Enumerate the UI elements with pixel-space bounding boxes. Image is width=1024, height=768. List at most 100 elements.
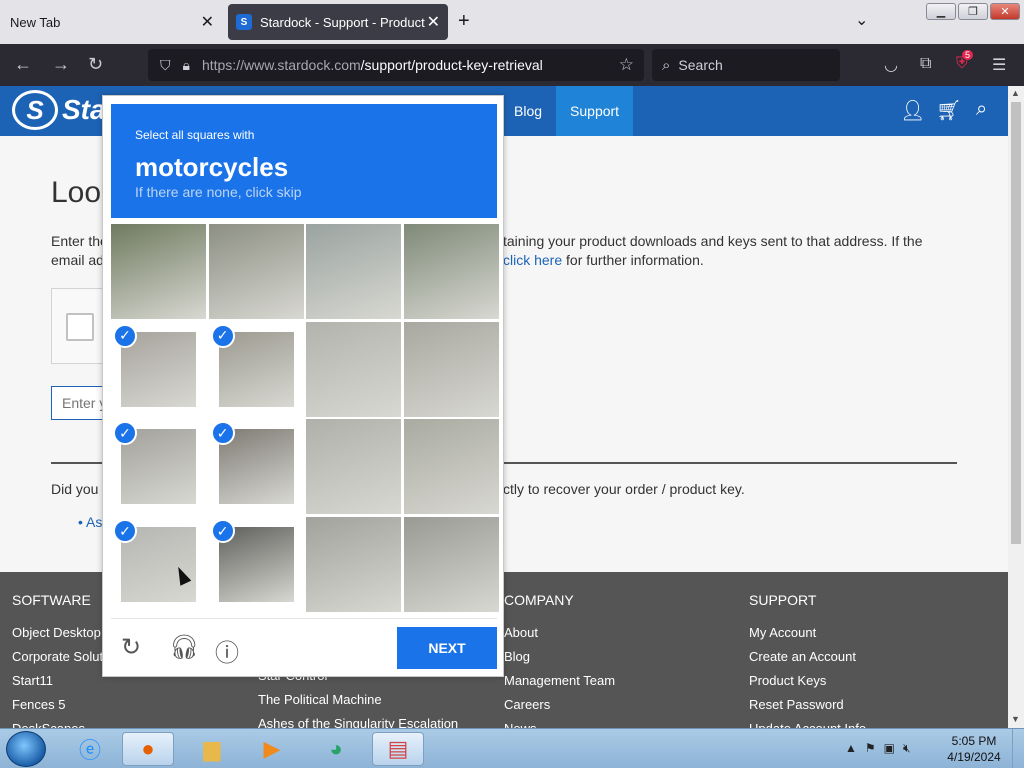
footer-link[interactable]: Start11 (12, 673, 113, 697)
cart-icon[interactable]: 🛒︎ (936, 98, 961, 123)
user-icon[interactable]: 👤︎ (900, 98, 925, 123)
click-here-link[interactable]: click here (503, 252, 562, 268)
flag-icon[interactable]: ⚑ (865, 741, 876, 756)
footer-link[interactable]: Product Keys (749, 673, 866, 697)
new-tab-plus-icon[interactable]: + (458, 10, 470, 33)
captcha-tile[interactable] (306, 224, 402, 319)
volume-muted-icon[interactable]: 🔇︎ (903, 741, 911, 756)
captcha-tile[interactable]: ✓ (111, 419, 206, 514)
menu-icon[interactable]: ☰ (992, 55, 1006, 75)
captcha-tile-image (306, 224, 402, 319)
site-nav: Blog Support (500, 86, 634, 136)
captcha-tile[interactable] (306, 419, 402, 515)
search-input[interactable]: ⌕ Search (652, 49, 840, 81)
captcha-tile[interactable]: ✓ (209, 419, 304, 514)
page-scrollbar[interactable]: ▲ ▼ (1008, 86, 1024, 728)
start-button[interactable] (6, 731, 46, 767)
footer-link[interactable]: Blog (504, 649, 615, 673)
ie-icon[interactable]: ⓔ (64, 732, 116, 766)
url-text[interactable]: https://www.stardock.com/support/product… (202, 57, 543, 73)
back-arrow-icon[interactable]: ← (14, 54, 32, 75)
stardock-logo[interactable]: S Star (12, 90, 116, 130)
headphones-icon[interactable]: 🎧︎ (169, 633, 199, 662)
footer-link[interactable]: My Account (749, 625, 866, 649)
footer-link[interactable]: Reset Password (749, 697, 866, 721)
next-button[interactable]: NEXT (397, 627, 497, 669)
footer-link[interactable]: The Political Machine (258, 692, 458, 716)
stardock-logo-icon: S (12, 90, 58, 130)
page-title: Loo (51, 176, 102, 209)
show-desktop-button[interactable] (1012, 729, 1024, 768)
reload-icon[interactable]: ↻ (88, 54, 103, 75)
footer-link[interactable]: Fences 5 (12, 697, 113, 721)
footer-heading: COMPANY (504, 592, 574, 608)
media-player-icon[interactable]: ▶ (246, 732, 298, 766)
shield-icon[interactable]: ⛉ (160, 57, 171, 74)
checkmark-icon: ✓ (210, 421, 235, 446)
pocket-icon[interactable]: ◡ (884, 55, 898, 75)
stacked-windows-icon[interactable]: ▤ (372, 732, 424, 766)
url-path: /support/product-key-retrieval (360, 57, 543, 73)
footer-col-software: SOFTWARE Object Desktop Corporate Soluti… (12, 592, 113, 745)
tab-stardock-support[interactable]: S Stardock - Support - Product Key ✕ (228, 4, 448, 40)
captcha-tile[interactable] (404, 419, 499, 515)
url-domain: https://www.stardock.com (201, 57, 361, 73)
navigation-toolbar: ← → ↻ ⛉ 🔒︎ https://www.stardock.com/supp… (0, 44, 1024, 86)
captcha-tile[interactable]: ✓ (111, 517, 206, 612)
footer-link[interactable]: About (504, 625, 615, 649)
footer-link[interactable]: Create an Account (749, 649, 866, 673)
explorer-folder-icon[interactable]: ▆ (186, 732, 238, 766)
app-icon[interactable]: ◕ (310, 732, 362, 766)
refresh-icon[interactable]: ↻ (121, 633, 141, 662)
minimize-button[interactable]: ▁ (926, 3, 956, 20)
stardock-favicon-icon: S (236, 14, 252, 30)
scroll-up-icon[interactable]: ▲ (1011, 88, 1020, 98)
tab-new-tab[interactable]: New Tab ✕ (0, 0, 222, 44)
nav-item-blog[interactable]: Blog (500, 86, 556, 136)
captcha-checkbox[interactable] (66, 313, 94, 341)
close-icon[interactable]: ✕ (427, 12, 440, 32)
captcha-skip-hint: If there are none, click skip (135, 184, 302, 200)
info-icon[interactable]: ⓘ (215, 633, 239, 668)
intro-text-2: for further information. (562, 252, 704, 268)
window-close-button[interactable]: ✕ (990, 3, 1020, 20)
search-icon[interactable]: ⌕ (976, 98, 987, 121)
captcha-tile-image (306, 517, 402, 612)
captcha-tile[interactable]: ✓ (209, 322, 304, 417)
captcha-tile[interactable] (404, 224, 499, 319)
captcha-tile[interactable]: ✓ (111, 322, 206, 417)
bookmark-star-icon[interactable]: ☆ (619, 55, 634, 75)
chevron-down-icon[interactable]: ⌄ (855, 10, 868, 30)
scroll-down-icon[interactable]: ▼ (1011, 714, 1020, 724)
captcha-tile[interactable] (208, 224, 304, 319)
captcha-tile[interactable] (404, 517, 499, 612)
forward-arrow-icon[interactable]: → (52, 54, 70, 75)
footer-link[interactable]: Object Desktop (12, 625, 113, 649)
captcha-tile[interactable] (111, 224, 206, 319)
footer-link[interactable]: Corporate Solutio (12, 649, 113, 673)
captcha-tile[interactable]: ✓ (209, 517, 304, 612)
captcha-tile[interactable] (306, 517, 402, 612)
url-bar[interactable]: ⛉ 🔒︎ https://www.stardock.com/support/pr… (148, 49, 644, 81)
footer-link[interactable]: Careers (504, 697, 615, 721)
restore-button[interactable]: ❐ (958, 3, 988, 20)
clock[interactable]: 5:05 PM 4/19/2024 (944, 733, 1004, 765)
captcha-grid: ✓ ✓ ✓ ✓ ✓ ✓ (111, 224, 499, 612)
extensions-icon[interactable]: ⧉ (920, 55, 931, 73)
close-icon[interactable]: ✕ (201, 12, 214, 32)
tab-title: Stardock - Support - Product Key (260, 14, 425, 30)
lock-icon[interactable]: 🔒︎ (183, 57, 190, 74)
captcha-tile[interactable] (404, 321, 499, 417)
network-icon[interactable]: ▣ (884, 741, 895, 756)
checkmark-icon: ✓ (210, 323, 235, 348)
help-link[interactable]: • As (78, 514, 102, 530)
captcha-header: Select all squares with motorcycles If t… (111, 104, 497, 218)
tray-expand-icon[interactable]: ▲ (845, 741, 857, 756)
nav-item-support[interactable]: Support (556, 86, 634, 136)
captcha-tile[interactable] (306, 321, 402, 417)
scrollbar-thumb[interactable] (1011, 102, 1021, 544)
footer-link[interactable]: Management Team (504, 673, 615, 697)
firefox-icon[interactable]: ● (122, 732, 174, 766)
captcha-footer: ↻ 🎧︎ ⓘ NEXT (111, 618, 497, 672)
captcha-tile-image (111, 224, 206, 319)
